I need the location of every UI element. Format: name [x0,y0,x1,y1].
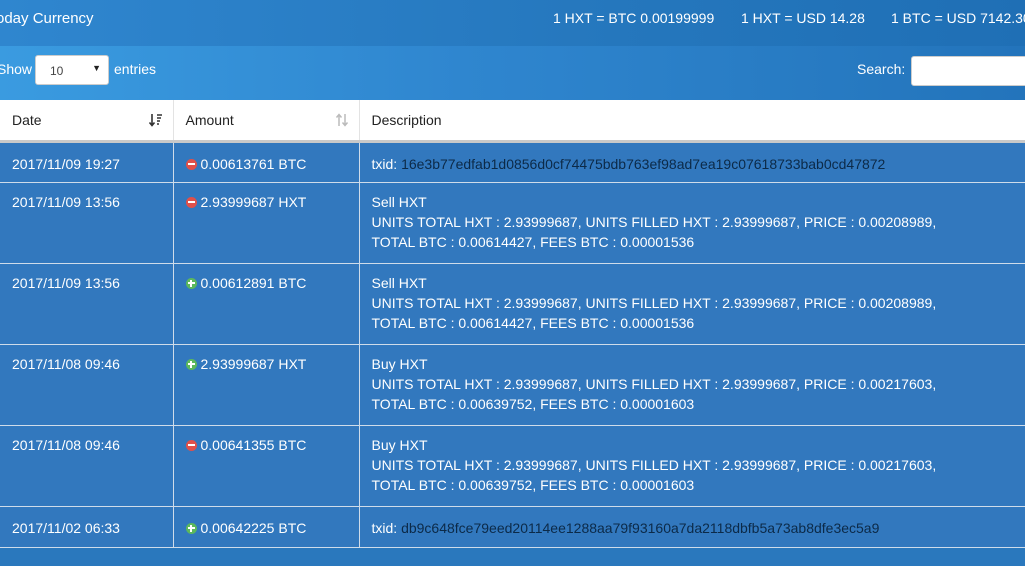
column-header-description: Description [359,100,1025,143]
search-label: Search: [857,61,906,77]
rate-hxt-usd: 1 HXT = USD 14.28 [741,10,865,26]
description-line: TOTAL BTC : 0.00614427, FEES BTC : 0.000… [371,233,695,250]
description-cell: Sell HXT UNITS TOTAL HXT : 2.93999687, UN… [359,263,1025,345]
show-label: Show [0,61,33,77]
minus-circle-icon [185,439,197,451]
amount-cell: 0.00613761 BTC [173,141,360,183]
description-line: TOTAL BTC : 0.00639752, FEES BTC : 0.000… [371,476,695,493]
column-header-description-label: Description [371,111,442,128]
minus-circle-icon [185,196,197,208]
date-cell: 2017/11/09 13:56 [0,263,174,345]
amount-cell: 0.00642225 BTC [173,506,360,548]
description-line: TOTAL BTC : 0.00614427, FEES BTC : 0.000… [371,314,695,331]
top-currency-bar: oday Currency 1 HXT = BTC 0.00199999 1 H… [0,0,1025,46]
date-cell: 2017/11/09 13:56 [0,182,174,264]
txid-hash: db9c648fce79eed20114ee1288aa79f93160a7da… [401,519,880,536]
description-cell: txid: db9c648fce79eed20114ee1288aa79f931… [359,506,1025,548]
amount-value: 0.00612891 BTC [200,274,307,291]
description-title: Sell HXT [371,193,427,210]
description-line: UNITS TOTAL HXT : 2.93999687, UNITS FILL… [371,375,937,392]
entries-value: 10 [50,64,64,78]
description-title: Buy HXT [371,355,428,372]
description-line: UNITS TOTAL HXT : 2.93999687, UNITS FILL… [371,213,937,230]
table-row: 2017/11/09 19:27 0.00613761 BTC txid: 16e3… [0,141,1025,183]
today-currency-title: oday Currency [0,10,94,27]
amount-value: 0.00641355 BTC [200,436,307,453]
description-title: txid: [371,155,398,172]
table-row: 2017/11/09 13:56 0.00612891 BTC Sell HXT UN… [0,263,1025,345]
plus-circle-icon [185,522,197,534]
description-title: Buy HXT [371,436,428,453]
amount-value: 2.93999687 HXT [200,193,307,210]
description-cell: Sell HXT UNITS TOTAL HXT : 2.93999687, UN… [359,182,1025,264]
date-cell: 2017/11/02 06:33 [0,506,174,548]
description-cell: Buy HXT UNITS TOTAL HXT : 2.93999687, UNI… [359,344,1025,426]
description-cell: txid: 16e3b77edfab1d0856d0cf74475bdb763e… [359,141,1025,183]
column-header-date[interactable]: Date [0,100,174,143]
date-cell: 2017/11/08 09:46 [0,425,174,507]
amount-cell: 2.93999687 HXT [173,344,360,426]
sort-descending-icon[interactable] [148,113,163,127]
rate-hxt-btc: 1 HXT = BTC 0.00199999 [553,10,715,26]
table-row: 2017/11/08 09:46 0.00641355 BTC Buy HXT UNI… [0,425,1025,507]
amount-value: 0.00642225 BTC [200,519,307,536]
description-cell: Buy HXT UNITS TOTAL HXT : 2.93999687, UNI… [359,425,1025,507]
chevron-down-icon: ▼ [92,63,101,73]
column-header-amount[interactable]: Amount [173,100,360,143]
plus-circle-icon [185,277,197,289]
date-cell: 2017/11/08 09:46 [0,344,174,426]
table-controls: Show 10 ▼ entries Search: [0,46,1025,100]
rate-btc-usd: 1 BTC = USD 7142.30 [891,10,1025,26]
column-header-date-label: Date [12,111,42,128]
sort-both-icon[interactable] [335,113,349,127]
amount-cell: 0.00641355 BTC [173,425,360,507]
entries-select[interactable]: 10 ▼ [35,55,109,85]
table-row: 2017/11/09 13:56 2.93999687 HXT Sell HXT UN… [0,182,1025,264]
description-line: TOTAL BTC : 0.00639752, FEES BTC : 0.000… [371,395,695,412]
plus-circle-icon [185,358,197,370]
amount-cell: 0.00612891 BTC [173,263,360,345]
column-header-amount-label: Amount [185,111,234,128]
table-row: 2017/11/02 06:33 0.00642225 BTC txid: db9c… [0,506,1025,548]
amount-value: 0.00613761 BTC [200,155,307,172]
description-line: UNITS TOTAL HXT : 2.93999687, UNITS FILL… [371,456,937,473]
amount-value: 2.93999687 HXT [200,355,307,372]
description-title: Sell HXT [371,274,427,291]
transactions-table: Date Amount Description 2017/11/09 19:27… [0,100,1025,548]
txid-hash: 16e3b77edfab1d0856d0cf74475bdb763ef98ad7… [401,155,886,172]
table-header-row: Date Amount Description [0,100,1025,143]
table-row: 2017/11/08 09:46 2.93999687 HXT Buy HXT UNI… [0,344,1025,426]
bottom-bar [0,548,1025,566]
description-title: txid: [371,519,398,536]
minus-circle-icon [185,158,197,170]
description-line: UNITS TOTAL HXT : 2.93999687, UNITS FILL… [371,294,937,311]
date-cell: 2017/11/09 19:27 [0,141,174,183]
search-input[interactable] [911,56,1025,86]
entries-label: entries [114,61,157,77]
amount-cell: 2.93999687 HXT [173,182,360,264]
